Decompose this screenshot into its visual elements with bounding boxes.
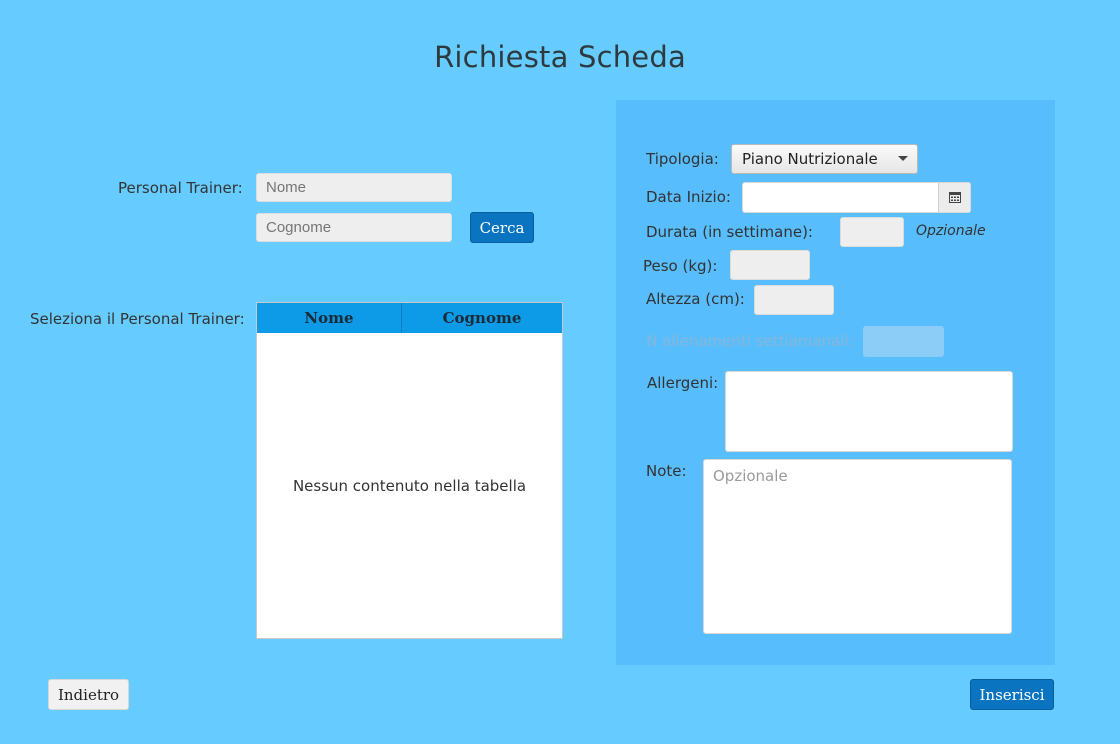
- note-placeholder: Opzionale: [713, 467, 788, 485]
- chevron-down-icon: [898, 156, 908, 161]
- altezza-input[interactable]: [754, 285, 834, 315]
- data-inizio-label: Data Inizio:: [646, 188, 731, 206]
- column-header-nome[interactable]: Nome: [257, 303, 402, 333]
- durata-input[interactable]: [840, 217, 904, 247]
- cognome-input[interactable]: [256, 213, 452, 242]
- trainer-table[interactable]: Nome Cognome Nessun contenuto nella tabe…: [256, 302, 563, 639]
- search-button[interactable]: Cerca: [470, 212, 534, 243]
- nome-input[interactable]: [256, 173, 452, 202]
- allergeni-label: Allergeni:: [647, 374, 719, 392]
- note-textarea[interactable]: Opzionale: [703, 459, 1012, 634]
- tipologia-value: Piano Nutrizionale: [742, 150, 878, 168]
- page-title: Richiesta Scheda: [434, 40, 686, 74]
- submit-button[interactable]: Inserisci: [970, 679, 1054, 710]
- durata-hint: Opzionale: [916, 223, 986, 239]
- back-button[interactable]: Indietro: [48, 679, 129, 710]
- personal-trainer-label: Personal Trainer:: [118, 179, 243, 197]
- calendar-button[interactable]: [938, 183, 970, 212]
- durata-label: Durata (in settimane):: [646, 223, 813, 241]
- peso-input[interactable]: [730, 250, 810, 280]
- data-inizio-picker[interactable]: [742, 182, 971, 213]
- tipologia-select[interactable]: Piano Nutrizionale: [731, 144, 918, 174]
- table-header: Nome Cognome: [257, 303, 562, 333]
- allergeni-textarea[interactable]: [725, 371, 1013, 452]
- select-trainer-label: Seleziona il Personal Trainer:: [30, 310, 245, 328]
- column-header-cognome[interactable]: Cognome: [402, 303, 562, 333]
- allenamenti-label: N allenamenti settiamanali:: [646, 332, 854, 350]
- note-label: Note:: [646, 462, 687, 480]
- calendar-icon: [948, 192, 961, 203]
- peso-label: Peso (kg):: [643, 257, 718, 275]
- empty-table-message: Nessun contenuto nella tabella: [292, 477, 527, 495]
- altezza-label: Altezza (cm):: [646, 290, 745, 308]
- allenamenti-input: [863, 326, 944, 357]
- tipologia-label: Tipologia:: [646, 150, 719, 168]
